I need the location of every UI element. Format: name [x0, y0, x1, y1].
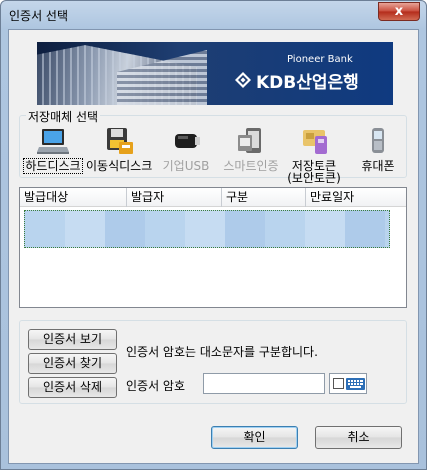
bank-banner: Pioneer Bank KDB산업은행 [37, 42, 393, 105]
usb-token-icon [175, 134, 200, 148]
banner-subtitle: Pioneer Bank [287, 54, 353, 65]
certificate-list-header: 발급대상 발급자 구분 만료일자 [20, 188, 406, 207]
column-header-issuer[interactable]: 발급자 [127, 188, 222, 207]
keyboard-icon[interactable] [346, 378, 365, 390]
security-token-icon [303, 130, 327, 154]
column-header-type[interactable]: 구분 [222, 188, 306, 207]
kdb-logo-icon [235, 72, 251, 88]
device-removable-disk[interactable]: 이동식디스크 [86, 126, 152, 173]
title-bar[interactable]: 인증서 선택 x [1, 1, 426, 29]
password-label: 인증서 암호 [126, 379, 186, 393]
removable-disk-icon [107, 128, 133, 154]
device-label: 스마트인증 [223, 159, 279, 173]
bank-logo: KDB산업은행 [234, 69, 359, 93]
virtual-keyboard-checkbox[interactable] [333, 378, 344, 389]
password-case-hint: 인증서 암호는 대소문자를 구분합니다. [126, 345, 318, 359]
column-header-expiry-date[interactable]: 만료일자 [306, 188, 406, 207]
bank-name: KDB산업은행 [256, 72, 359, 93]
device-label: 저장토큰 (보안토큰) [287, 159, 341, 185]
device-corporate-usb[interactable]: 기업USB [156, 126, 216, 173]
certificate-select-window: 인증서 선택 x Pioneer Bank KDB산업은행 저장매체 선택 하드… [0, 0, 427, 470]
certificate-list[interactable]: 발급대상 발급자 구분 만료일자 [19, 187, 407, 308]
dialog-client-area: Pioneer Bank KDB산업은행 저장매체 선택 하드디스크 이동식디스… [8, 29, 419, 464]
view-certificate-button[interactable]: 인증서 보기 [28, 329, 117, 350]
device-label: 이동식디스크 [86, 159, 153, 173]
certificate-actions-group: 인증서 보기 인증서 찾기 인증서 삭제 인증서 암호는 대소문자를 구분합니다… [19, 320, 407, 404]
laptop-icon [37, 129, 69, 154]
device-label: 휴대폰 [361, 159, 395, 173]
storage-media-legend: 저장매체 선택 [26, 108, 101, 125]
certificate-password-input[interactable] [203, 373, 325, 394]
device-harddisk[interactable]: 하드디스크 [22, 126, 84, 174]
mobile-phone-icon [372, 128, 384, 153]
smart-auth-icon [238, 128, 261, 153]
device-label: 하드디스크 [23, 158, 83, 174]
window-title: 인증서 선택 [9, 9, 69, 23]
cancel-button[interactable]: 취소 [315, 426, 402, 449]
find-certificate-button[interactable]: 인증서 찾기 [28, 353, 117, 374]
device-smart-auth[interactable]: 스마트인증 [218, 126, 284, 173]
certificate-row-selected[interactable] [24, 210, 390, 248]
device-mobile-phone[interactable]: 휴대폰 [350, 126, 406, 173]
virtual-keyboard-toggle[interactable] [329, 373, 367, 394]
delete-certificate-button[interactable]: 인증서 삭제 [28, 377, 117, 398]
device-security-token[interactable]: 저장토큰 (보안토큰) [278, 126, 350, 185]
device-label: 기업USB [162, 159, 210, 173]
ok-button[interactable]: 확인 [211, 426, 298, 449]
close-button[interactable]: x [378, 2, 420, 21]
storage-media-group: 저장매체 선택 하드디스크 이동식디스크 기업USB 스마트인증 저장토큰 (보… [19, 108, 407, 184]
column-header-issued-to[interactable]: 발급대상 [20, 188, 127, 207]
